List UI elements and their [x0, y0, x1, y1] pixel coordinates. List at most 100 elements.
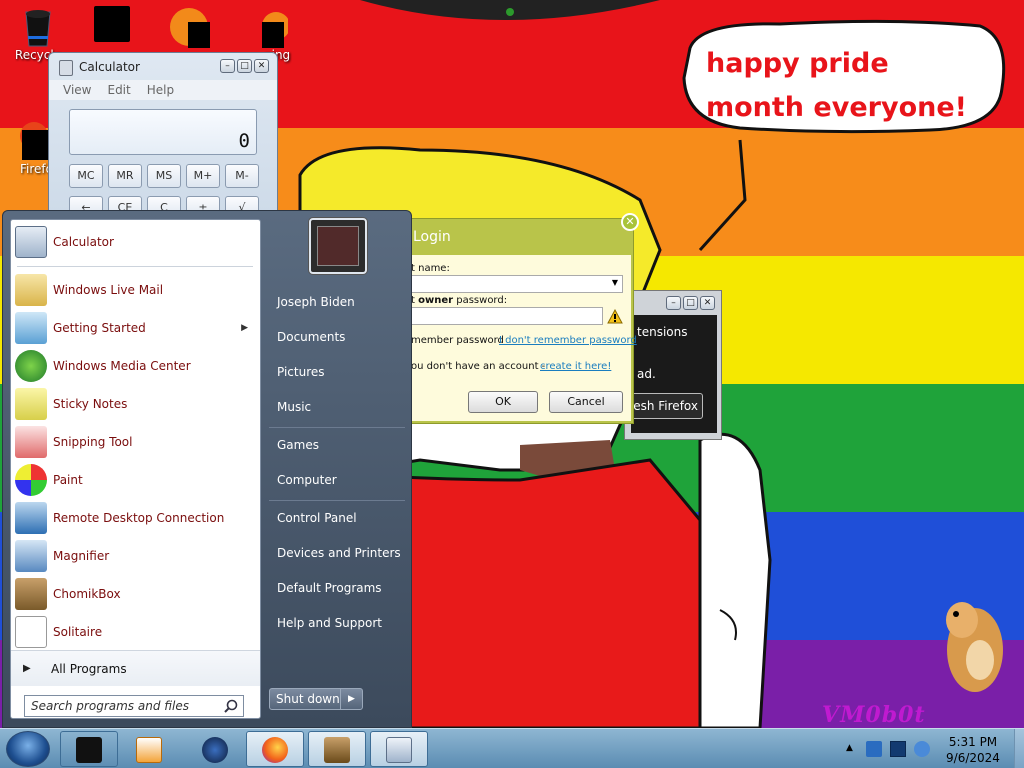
network-icon[interactable]	[866, 741, 882, 757]
program-solitaire[interactable]: Solitaire	[11, 613, 260, 651]
program-paint[interactable]: Paint	[11, 461, 260, 499]
divider	[269, 500, 405, 501]
chevron-up-icon[interactable]: ▲	[846, 743, 853, 753]
right-item-control-panel[interactable]: Control Panel	[277, 511, 357, 525]
m-plus-button[interactable]: M+	[186, 164, 220, 188]
taskbar-browser[interactable]	[186, 731, 244, 767]
right-item-pictures[interactable]: Pictures	[277, 365, 325, 379]
shutdown-label: Shut down	[276, 692, 340, 706]
refresh-firefox-button[interactable]: esh Firefox	[631, 393, 703, 419]
taskbar-media-player[interactable]	[120, 731, 178, 767]
minimize-button[interactable]: –	[666, 296, 681, 310]
search-input[interactable]: Search programs and files	[24, 695, 244, 717]
calculator-icon	[15, 226, 47, 258]
explorer-icon	[76, 737, 102, 763]
cancel-button[interactable]: Cancel	[549, 391, 623, 413]
mr-button[interactable]: MR	[108, 164, 142, 188]
firefox-icon	[12, 120, 52, 160]
right-item-user[interactable]: Joseph Biden	[277, 295, 355, 309]
firefox-refresh-window[interactable]: – □ ✕ tensions ad. esh Firefox	[624, 290, 722, 440]
firefox-icon	[168, 6, 210, 48]
password-input[interactable]	[411, 307, 603, 325]
program-sticky-notes[interactable]: Sticky Notes	[11, 385, 260, 423]
taskbar-firefox[interactable]	[246, 731, 304, 767]
menu-help[interactable]: Help	[147, 80, 174, 100]
program-snipping-tool[interactable]: Snipping Tool	[11, 423, 260, 461]
all-programs-label: All Programs	[51, 662, 127, 676]
media-center-icon	[15, 350, 47, 382]
program-label: Windows Live Mail	[53, 283, 164, 297]
action-center-icon[interactable]	[890, 741, 906, 757]
login-dialog[interactable]: Login ✕ t name: ▼ t owner password: memb…	[410, 213, 639, 424]
right-item-computer[interactable]: Computer	[277, 473, 337, 487]
no-account-text: ou don't have an account -	[411, 361, 546, 372]
program-label: Snipping Tool	[53, 435, 133, 449]
show-desktop-button[interactable]	[1014, 729, 1024, 768]
maximize-button[interactable]: □	[683, 296, 698, 310]
ok-button[interactable]: OK	[468, 391, 538, 413]
window-title: Calculator	[79, 60, 140, 74]
right-item-devices-printers[interactable]: Devices and Printers	[277, 546, 401, 560]
clock-date: 9/6/2024	[946, 751, 1000, 765]
taskbar-chomikbox[interactable]	[308, 731, 366, 767]
avatar-image	[317, 226, 359, 266]
forgot-password-link[interactable]: I don't remember password	[499, 335, 637, 346]
getting-started-icon	[15, 312, 47, 344]
program-windows-media-center[interactable]: Windows Media Center	[11, 347, 260, 385]
search-icon[interactable]	[224, 699, 238, 713]
maximize-button[interactable]: □	[237, 59, 252, 73]
program-windows-live-mail[interactable]: Windows Live Mail	[11, 271, 260, 309]
all-programs-button[interactable]: ▶ All Programs	[11, 650, 260, 686]
menu-edit[interactable]: Edit	[107, 80, 130, 100]
program-label: Windows Media Center	[53, 359, 191, 373]
program-chomikbox[interactable]: ChomikBox	[11, 575, 260, 613]
mail-icon	[15, 274, 47, 306]
programs-pane: Calculator Windows Live Mail Getting Sta…	[10, 219, 261, 719]
chevron-right-icon: ▶	[23, 663, 31, 674]
start-button[interactable]	[6, 731, 50, 767]
menu-view[interactable]: View	[63, 80, 91, 100]
m-minus-button[interactable]: M-	[225, 164, 259, 188]
program-label: Getting Started	[53, 321, 146, 335]
account-select[interactable]: ▼	[411, 275, 623, 293]
menu-bar: View Edit Help	[49, 80, 277, 100]
clock[interactable]: 5:31 PM 9/6/2024	[940, 734, 1006, 766]
close-button[interactable]: ✕	[700, 296, 715, 310]
minimize-button[interactable]: –	[220, 59, 235, 73]
program-remote-desktop[interactable]: Remote Desktop Connection	[11, 499, 260, 537]
taskbar-explorer[interactable]	[60, 731, 118, 767]
volume-icon[interactable]	[914, 741, 930, 757]
close-icon[interactable]: ✕	[621, 213, 639, 231]
ms-button[interactable]: MS	[147, 164, 181, 188]
taskbar: ▲ 5:31 PM 9/6/2024	[0, 728, 1024, 768]
solitaire-icon	[15, 616, 47, 648]
chevron-right-icon[interactable]: ▶	[340, 689, 362, 709]
right-item-default-programs[interactable]: Default Programs	[277, 581, 382, 595]
taskbar-calculator[interactable]	[370, 731, 428, 767]
right-item-documents[interactable]: Documents	[277, 330, 345, 344]
right-item-help-support[interactable]: Help and Support	[277, 616, 382, 630]
right-item-music[interactable]: Music	[277, 400, 311, 414]
scissors-icon	[15, 426, 47, 458]
program-label: ChomikBox	[53, 587, 121, 601]
program-label: Magnifier	[53, 549, 110, 563]
paint-icon	[15, 464, 47, 496]
divider	[269, 427, 405, 428]
desktop-icon-firefox[interactable]	[152, 6, 224, 48]
program-getting-started[interactable]: Getting Started ▶	[11, 309, 260, 347]
magnifier-icon	[15, 540, 47, 572]
avatar[interactable]	[309, 218, 367, 274]
program-calculator[interactable]: Calculator	[11, 223, 260, 261]
shutdown-button[interactable]: Shut down ▶	[269, 688, 363, 710]
mc-button[interactable]: MC	[69, 164, 103, 188]
close-button[interactable]: ✕	[254, 59, 269, 73]
program-label: Solitaire	[53, 625, 103, 639]
chevron-down-icon: ▼	[611, 278, 618, 287]
search-placeholder: Search programs and files	[31, 699, 189, 713]
extensions-text: tensions	[637, 325, 688, 339]
remember-password-label[interactable]: member password	[411, 335, 504, 346]
right-item-games[interactable]: Games	[277, 438, 319, 452]
desktop-icon-folder[interactable]	[76, 6, 148, 44]
create-account-link[interactable]: create it here!	[540, 361, 611, 372]
program-magnifier[interactable]: Magnifier	[11, 537, 260, 575]
